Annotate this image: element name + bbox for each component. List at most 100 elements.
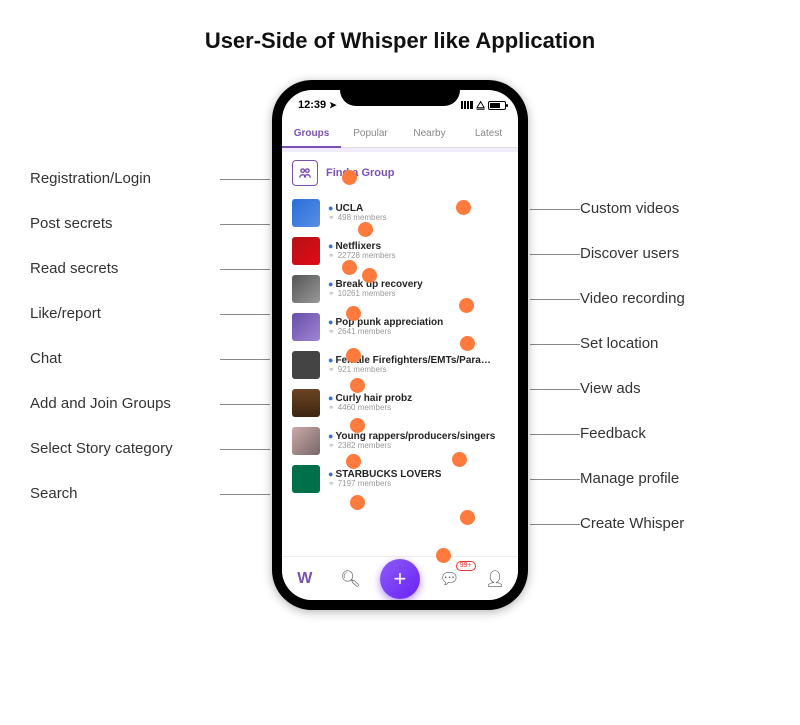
group-row[interactable]: ●Young rappers/producers/singers⚭2382 me…	[282, 422, 518, 460]
group-thumb	[292, 427, 320, 455]
bottom-tabbar: W 🔍︎ + 💬︎ 99+ 👤︎	[282, 556, 518, 600]
group-thumb	[292, 465, 320, 493]
status-time: 12:39	[298, 99, 326, 111]
callout-video-recording: Video recording	[580, 290, 770, 307]
verified-icon: ●	[328, 393, 333, 403]
annotation-dot	[346, 306, 361, 321]
group-members: ⚭921 members	[328, 366, 498, 375]
find-a-group-row[interactable]: Find a Group	[282, 152, 518, 194]
tab-groups[interactable]: Groups	[282, 120, 341, 147]
annotation-dot	[346, 348, 361, 363]
verified-icon: ●	[328, 469, 333, 479]
annotation-dot	[362, 268, 377, 283]
group-members: ⚭4460 members	[328, 404, 412, 413]
callout-select-story-category: Select Story category	[30, 440, 220, 457]
group-row[interactable]: ●STARBUCKS LOVERS⚭7197 members	[282, 460, 518, 498]
group-meta: ●Young rappers/producers/singers⚭2382 me…	[328, 431, 495, 451]
group-thumb	[292, 313, 320, 341]
right-callout-column: Custom videos Discover users Video recor…	[580, 200, 770, 532]
annotation-dot	[358, 222, 373, 237]
members-icon: ⚭	[328, 366, 335, 375]
callout-registration-login: Registration/Login	[30, 170, 220, 187]
signal-icon	[461, 101, 473, 109]
tab-popular[interactable]: Popular	[341, 120, 400, 147]
group-members: ⚭10261 members	[328, 290, 423, 299]
verified-icon: ●	[328, 241, 333, 251]
group-meta: ●STARBUCKS LOVERS⚭7197 members	[328, 469, 441, 489]
annotation-dot	[459, 298, 474, 313]
group-row[interactable]: ●Netflixers⚭22728 members	[282, 232, 518, 270]
left-callout-column: Registration/Login Post secrets Read sec…	[30, 170, 220, 502]
callout-like-report: Like/report	[30, 305, 220, 322]
group-members: ⚭22728 members	[328, 252, 396, 261]
callout-discover-users: Discover users	[580, 245, 770, 262]
tab-profile[interactable]: 👤︎	[479, 563, 511, 595]
chat-badge: 99+	[456, 561, 476, 571]
group-meta: ●UCLA⚭498 members	[328, 203, 387, 223]
tab-home-whisper[interactable]: W	[289, 563, 321, 595]
tab-nearby[interactable]: Nearby	[400, 120, 459, 147]
group-thumb	[292, 199, 320, 227]
verified-icon: ●	[328, 317, 333, 327]
annotation-dot	[452, 452, 467, 467]
chat-icon: 💬︎	[439, 569, 459, 589]
callout-set-location: Set location	[580, 335, 770, 352]
group-row[interactable]: ●UCLA⚭498 members	[282, 194, 518, 232]
annotation-dot	[460, 510, 475, 525]
group-meta: ●Break up recovery⚭10261 members	[328, 279, 423, 299]
members-icon: ⚭	[328, 480, 335, 489]
phone-frame: 12:39 ➤ ⧋ Groups Popular Nearby Latest F…	[272, 80, 528, 610]
group-row[interactable]: ●Curly hair probz⚭4460 members	[282, 384, 518, 422]
callout-search: Search	[30, 485, 220, 502]
members-icon: ⚭	[328, 442, 335, 451]
callout-create-whisper: Create Whisper	[580, 515, 770, 532]
find-a-group-label: Find a Group	[326, 167, 394, 179]
phone-screen: 12:39 ➤ ⧋ Groups Popular Nearby Latest F…	[282, 90, 518, 600]
group-row[interactable]: ●Pop punk appreciation⚭2641 members	[282, 308, 518, 346]
annotation-dot	[350, 418, 365, 433]
fab-create[interactable]: +	[380, 559, 420, 599]
people-icon	[292, 160, 318, 186]
annotation-dot	[460, 336, 475, 351]
callout-custom-videos: Custom videos	[580, 200, 770, 217]
verified-icon: ●	[328, 431, 333, 441]
tab-chat[interactable]: 💬︎ 99+	[434, 563, 466, 595]
group-meta: ●Netflixers⚭22728 members	[328, 241, 396, 261]
group-list: ●UCLA⚭498 members ●Netflixers⚭22728 membe…	[282, 194, 518, 498]
group-thumb	[292, 237, 320, 265]
tab-search[interactable]: 🔍︎	[334, 563, 366, 595]
members-icon: ⚭	[328, 214, 335, 223]
group-members: ⚭2641 members	[328, 328, 443, 337]
battery-icon	[488, 101, 506, 110]
callout-view-ads: View ads	[580, 380, 770, 397]
group-meta: ●Curly hair probz⚭4460 members	[328, 393, 412, 413]
callout-post-secrets: Post secrets	[30, 215, 220, 232]
tab-latest[interactable]: Latest	[459, 120, 518, 147]
annotation-dot	[342, 170, 357, 185]
callout-chat: Chat	[30, 350, 220, 367]
members-icon: ⚭	[328, 404, 335, 413]
group-thumb	[292, 351, 320, 379]
verified-icon: ●	[328, 355, 333, 365]
members-icon: ⚭	[328, 290, 335, 299]
search-icon: 🔍︎	[340, 569, 360, 589]
group-row[interactable]: ●Female Firefighters/EMTs/Paramed...⚭921…	[282, 346, 518, 384]
members-icon: ⚭	[328, 252, 335, 261]
annotation-dot	[350, 495, 365, 510]
callout-add-join-groups: Add and Join Groups	[30, 395, 220, 412]
wifi-icon: ⧋	[476, 100, 485, 111]
annotation-dot	[456, 200, 471, 215]
location-arrow-icon: ➤	[329, 100, 337, 111]
annotation-dot	[436, 548, 451, 563]
group-row[interactable]: ●Break up recovery⚭10261 members	[282, 270, 518, 308]
callout-manage-profile: Manage profile	[580, 470, 770, 487]
verified-icon: ●	[328, 279, 333, 289]
verified-icon: ●	[328, 203, 333, 213]
callout-feedback: Feedback	[580, 425, 770, 442]
profile-icon: 👤︎	[485, 569, 505, 589]
group-meta: ●Pop punk appreciation⚭2641 members	[328, 317, 443, 337]
group-members: ⚭7197 members	[328, 480, 441, 489]
group-members: ⚭498 members	[328, 214, 387, 223]
group-thumb	[292, 275, 320, 303]
phone-notch	[340, 80, 460, 106]
